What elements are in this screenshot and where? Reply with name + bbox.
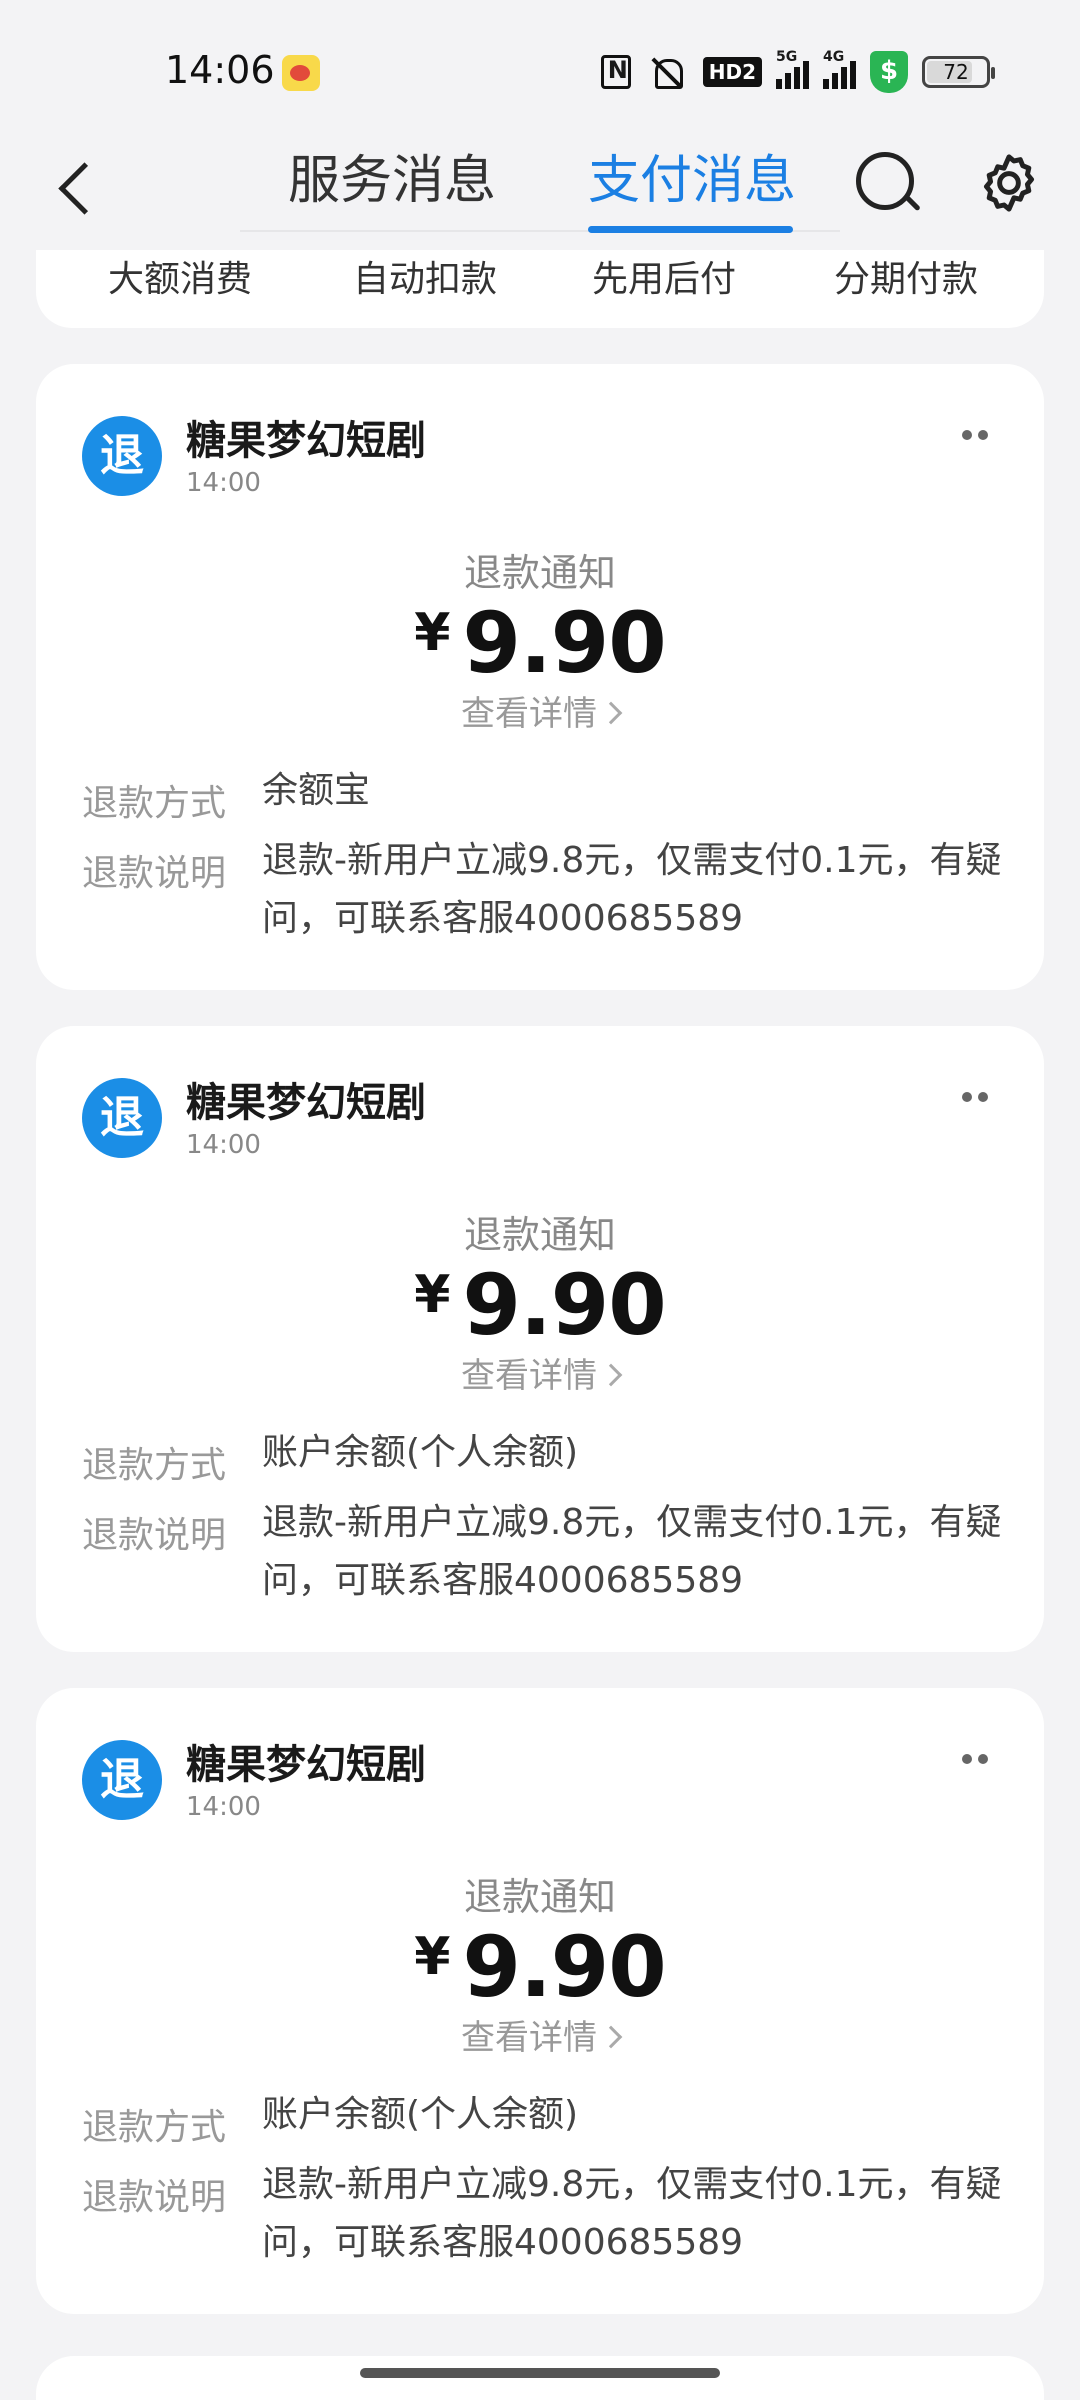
filter-pay-later[interactable]: 先用后付 bbox=[592, 250, 736, 302]
refund-method-label: 退款方式 bbox=[82, 2107, 227, 2148]
home-indicator[interactable] bbox=[360, 2368, 720, 2378]
nfc-icon bbox=[600, 55, 631, 89]
signal-4g-label: 4G bbox=[823, 49, 845, 65]
amount-value: 9.90 bbox=[462, 1256, 666, 1354]
refund-note-label: 退款说明 bbox=[82, 853, 227, 894]
currency-symbol: ¥ bbox=[414, 1265, 451, 1325]
gear-icon[interactable] bbox=[976, 150, 1042, 216]
filter-auto-debit[interactable]: 自动扣款 bbox=[353, 250, 497, 302]
shield-icon: $ bbox=[870, 51, 908, 93]
view-details-label: 查看详情 bbox=[461, 694, 597, 734]
filter-bar: 大额消费 自动扣款 先用后付 分期付款 bbox=[36, 250, 1044, 328]
currency-symbol: ¥ bbox=[414, 603, 451, 663]
mute-icon bbox=[645, 55, 689, 89]
refund-method-value: 账户余额(个人余额) bbox=[262, 1432, 579, 1473]
message-time: 14:00 bbox=[186, 468, 261, 498]
weibo-icon bbox=[282, 55, 320, 91]
signal-5g-label: 5G bbox=[776, 49, 798, 65]
notice-title: 退款通知 bbox=[463, 1875, 616, 1919]
refund-note-value: 退款-新用户立减9.8元，仅需支付0.1元，有疑问，可联系客服400068558… bbox=[262, 1502, 1002, 1601]
refund-note-label: 退款说明 bbox=[82, 2177, 227, 2218]
next-message-card[interactable] bbox=[36, 2356, 1044, 2400]
more-icon[interactable] bbox=[956, 1748, 996, 1768]
refund-method-value: 余额宝 bbox=[262, 770, 371, 811]
battery-level: 72 bbox=[943, 60, 969, 84]
message-time: 14:00 bbox=[186, 1130, 261, 1160]
view-details-label: 查看详情 bbox=[461, 2018, 597, 2058]
hd-icon: HD2 bbox=[702, 57, 762, 87]
refund-avatar: 退 bbox=[82, 416, 162, 496]
signal-4g-icon: 4G bbox=[823, 49, 856, 89]
amount-value: 9.90 bbox=[462, 1918, 666, 2016]
status-icons: HD2 5G 4G $ 72 bbox=[600, 49, 995, 94]
refund-method-value: 账户余额(个人余额) bbox=[262, 2094, 579, 2135]
sender-name: 糖果梦幻短剧 bbox=[186, 1080, 426, 1126]
refund-avatar: 退 bbox=[82, 1740, 162, 1820]
view-details-link[interactable]: 查看详情 bbox=[36, 686, 1044, 735]
more-icon[interactable] bbox=[956, 1086, 996, 1106]
amount-value: 9.90 bbox=[462, 594, 666, 692]
message-time: 14:00 bbox=[186, 1792, 261, 1822]
message-card[interactable]: 退 糖果梦幻短剧 14:00 退款通知 ¥9.90 查看详情 退款方式 账户余额… bbox=[36, 1688, 1044, 2314]
tab-payment-messages[interactable]: 支付消息 bbox=[588, 138, 796, 213]
chevron-right-icon bbox=[599, 1363, 623, 1387]
sender-name: 糖果梦幻短剧 bbox=[186, 1742, 426, 1788]
refund-avatar: 退 bbox=[82, 1078, 162, 1158]
refund-amount: ¥9.90 bbox=[36, 1256, 1044, 1354]
refund-note-value: 退款-新用户立减9.8元，仅需支付0.1元，有疑问，可联系客服400068558… bbox=[262, 2164, 1002, 2263]
message-card[interactable]: 退 糖果梦幻短剧 14:00 退款通知 ¥9.90 查看详情 退款方式 余额宝 … bbox=[36, 364, 1044, 990]
status-bar: 14:06 HD2 5G 4G $ 72 bbox=[0, 0, 1080, 130]
notice-title: 退款通知 bbox=[463, 1213, 616, 1257]
active-tab-indicator bbox=[588, 226, 793, 233]
tab-service-messages[interactable]: 服务消息 bbox=[288, 138, 496, 213]
view-details-label: 查看详情 bbox=[461, 1356, 597, 1396]
nav-header: 服务消息 支付消息 bbox=[0, 130, 1080, 250]
currency-symbol: ¥ bbox=[414, 1927, 451, 1987]
filter-installment[interactable]: 分期付款 bbox=[834, 250, 978, 302]
refund-note-value: 退款-新用户立减9.8元，仅需支付0.1元，有疑问，可联系客服400068558… bbox=[262, 840, 1002, 939]
refund-amount: ¥9.90 bbox=[36, 1918, 1044, 2016]
chevron-right-icon bbox=[599, 2025, 623, 2049]
battery-icon: 72 bbox=[922, 56, 995, 88]
signal-5g-icon: 5G bbox=[776, 49, 809, 89]
more-icon[interactable] bbox=[956, 424, 996, 444]
message-card[interactable]: 退 糖果梦幻短剧 14:00 退款通知 ¥9.90 查看详情 退款方式 账户余额… bbox=[36, 1026, 1044, 1652]
notice-title: 退款通知 bbox=[463, 551, 616, 595]
payment-messages-screen: 14:06 HD2 5G 4G $ 72 服务消息 支付消息 bbox=[0, 0, 1080, 2400]
sender-name: 糖果梦幻短剧 bbox=[186, 418, 426, 464]
refund-method-label: 退款方式 bbox=[82, 783, 227, 824]
back-icon[interactable] bbox=[52, 152, 112, 222]
view-details-link[interactable]: 查看详情 bbox=[36, 1348, 1044, 1397]
filter-large-spending[interactable]: 大额消费 bbox=[108, 250, 252, 302]
status-time: 14:06 bbox=[165, 48, 275, 92]
refund-method-label: 退款方式 bbox=[82, 1445, 227, 1486]
refund-note-label: 退款说明 bbox=[82, 1515, 227, 1556]
refund-amount: ¥9.90 bbox=[36, 594, 1044, 692]
chevron-right-icon bbox=[599, 701, 623, 725]
view-details-link[interactable]: 查看详情 bbox=[36, 2010, 1044, 2059]
search-icon[interactable] bbox=[852, 148, 924, 220]
